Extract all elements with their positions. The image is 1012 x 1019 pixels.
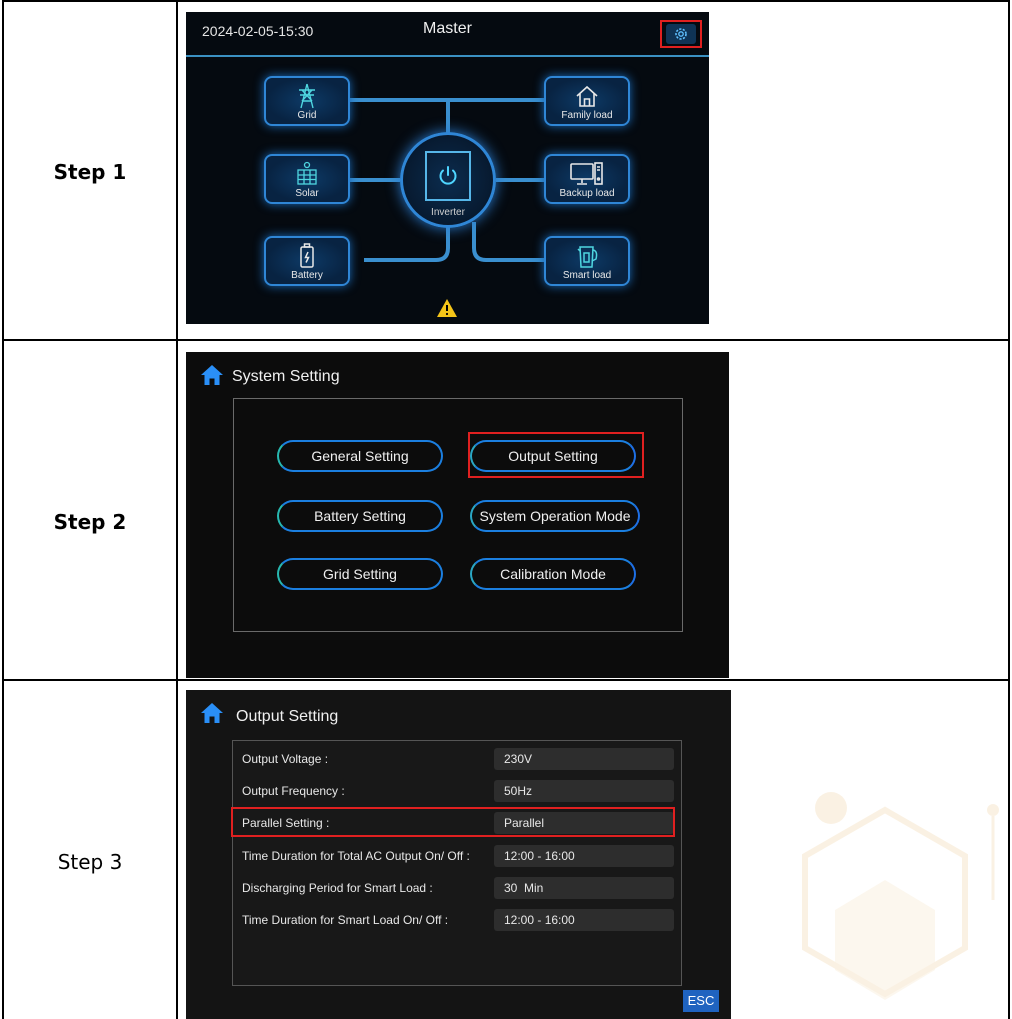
family-load-node[interactable]: Family load bbox=[544, 76, 630, 126]
computer-icon bbox=[570, 162, 603, 185]
solar-panel-icon bbox=[297, 161, 317, 185]
table-row-divider-1 bbox=[4, 339, 1008, 341]
solar-node[interactable]: Solar bbox=[264, 154, 350, 204]
power-tower-icon bbox=[299, 83, 315, 109]
battery-icon bbox=[300, 243, 314, 268]
output-setting-highlight bbox=[468, 432, 644, 478]
smart-load-node[interactable]: Smart load bbox=[544, 236, 630, 286]
setting-label: Time Duration for Smart Load On/ Off : bbox=[242, 913, 449, 927]
total-ac-output-time-field[interactable]: 12:00 - 16:00 bbox=[494, 845, 674, 867]
family-load-label: Family load bbox=[561, 110, 613, 121]
grid-label: Grid bbox=[297, 110, 317, 121]
warning-icon[interactable] bbox=[436, 298, 458, 318]
output-voltage-field[interactable]: 230V bbox=[494, 748, 674, 770]
setting-label: Output Frequency : bbox=[242, 784, 345, 798]
parallel-setting-highlight bbox=[231, 807, 675, 837]
table-border-top bbox=[4, 0, 1008, 2]
output-frequency-field[interactable]: 50Hz bbox=[494, 780, 674, 802]
home-icon[interactable] bbox=[200, 702, 224, 724]
smart-load-label: Smart load bbox=[562, 270, 612, 281]
system-operation-mode-button[interactable]: System Operation Mode bbox=[470, 500, 640, 532]
smart-load-time-field[interactable]: 12:00 - 16:00 bbox=[494, 909, 674, 931]
table-column-divider bbox=[176, 0, 178, 1019]
setting-row-smart-load-time: Time Duration for Smart Load On/ Off : 1… bbox=[232, 907, 682, 933]
setting-row-output-voltage: Output Voltage : 230V bbox=[232, 746, 682, 772]
calibration-mode-button[interactable]: Calibration Mode bbox=[470, 558, 636, 590]
watermark-logo bbox=[802, 792, 999, 1000]
inverter-label: Inverter bbox=[431, 207, 465, 218]
output-setting-title: Output Setting bbox=[236, 708, 339, 725]
kettle-icon bbox=[577, 246, 598, 268]
solar-label: Solar bbox=[295, 188, 319, 199]
battery-node[interactable]: Battery bbox=[264, 236, 350, 286]
power-icon bbox=[439, 166, 457, 185]
backup-load-node[interactable]: Backup load bbox=[544, 154, 630, 204]
backup-load-label: Backup load bbox=[559, 188, 615, 199]
table-row-divider-2 bbox=[4, 679, 1008, 681]
system-setting-title: System Setting bbox=[232, 368, 340, 385]
grid-setting-button[interactable]: Grid Setting bbox=[277, 558, 443, 590]
discharging-period-field[interactable]: 30 Min bbox=[494, 877, 674, 899]
system-setting-screen: System Setting General Setting Output Se… bbox=[186, 352, 729, 678]
inverter-box bbox=[425, 151, 471, 201]
general-setting-button[interactable]: General Setting bbox=[277, 440, 443, 472]
step-1-label: Step 1 bbox=[53, 160, 127, 184]
grid-node[interactable]: Grid bbox=[264, 76, 350, 126]
setting-label: Time Duration for Total AC Output On/ Of… bbox=[242, 849, 470, 863]
dashboard-screen: 2024-02-05-15:30 Master Grid Solar Batte… bbox=[186, 12, 709, 324]
battery-setting-button[interactable]: Battery Setting bbox=[277, 500, 443, 532]
setting-row-output-frequency: Output Frequency : 50Hz bbox=[232, 778, 682, 804]
inverter-node[interactable]: Inverter bbox=[400, 132, 496, 228]
step-3-label: Step 3 bbox=[57, 850, 123, 874]
setting-label: Output Voltage : bbox=[242, 752, 329, 766]
house-icon bbox=[576, 85, 598, 107]
battery-label: Battery bbox=[291, 270, 323, 281]
setting-row-total-ac-output: Time Duration for Total AC Output On/ Of… bbox=[232, 843, 682, 869]
output-setting-screen: Output Setting Output Voltage : 230V Out… bbox=[186, 690, 731, 1019]
setting-label: Discharging Period for Smart Load : bbox=[242, 881, 433, 895]
step-2-label: Step 2 bbox=[53, 510, 127, 534]
home-icon[interactable] bbox=[200, 364, 224, 386]
esc-button[interactable]: ESC bbox=[683, 990, 719, 1012]
setting-row-discharging-period: Discharging Period for Smart Load : 30 M… bbox=[232, 875, 682, 901]
